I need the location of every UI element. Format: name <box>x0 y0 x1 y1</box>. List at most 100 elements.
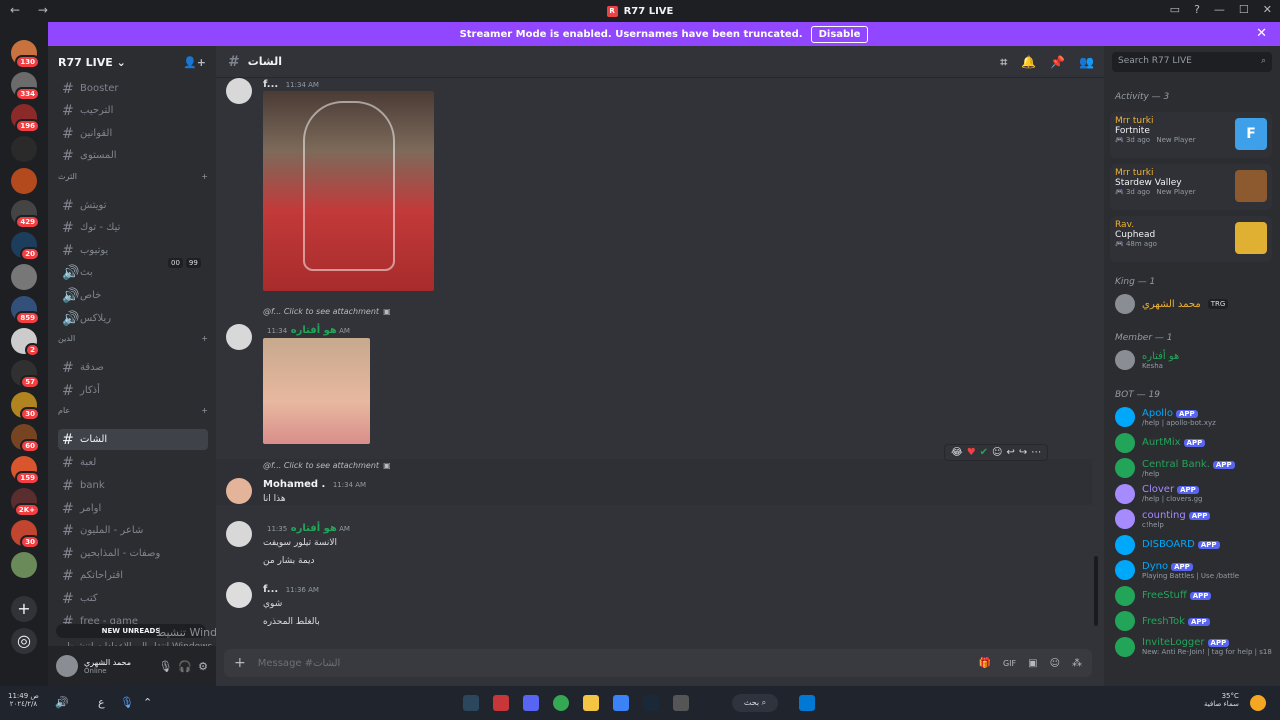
reaction-joy-icon[interactable]: 😂 <box>951 447 963 458</box>
bot-member[interactable]: DISBOARD APP <box>1115 534 1220 555</box>
reaction-check-icon[interactable]: ✔ <box>980 447 988 458</box>
server-icon[interactable]: 57 <box>11 360 40 389</box>
gif-icon[interactable]: GIF <box>1003 659 1016 668</box>
channel-item[interactable]: # صدقة <box>58 357 208 378</box>
gift-icon[interactable]: 🎁 <box>978 658 990 669</box>
maximize-icon[interactable]: ☐ <box>1239 3 1249 16</box>
category-3[interactable]: عام + <box>58 406 208 415</box>
minimize-icon[interactable]: — <box>1214 3 1225 16</box>
sticker-icon[interactable]: ▣ <box>1028 658 1037 669</box>
app-icon[interactable] <box>673 695 689 711</box>
channel-item[interactable]: 🔊 ريلاكس <box>58 308 208 329</box>
bot-member[interactable]: InviteLogger APP New: Anti Re-Join! | tag … <box>1115 636 1272 657</box>
help-icon[interactable]: ? <box>1194 3 1200 16</box>
steam-icon[interactable] <box>643 695 659 711</box>
bot-member[interactable]: counting APP c!help <box>1115 509 1211 529</box>
channel-item[interactable]: # المستوى <box>58 145 208 166</box>
scrollbar[interactable] <box>1094 556 1098 626</box>
server-icon[interactable]: 2K+ <box>11 488 40 517</box>
more-icon[interactable]: ⋯ <box>1031 447 1041 458</box>
channel-item[interactable]: # أذكار <box>58 380 208 401</box>
discord-icon[interactable] <box>523 695 539 711</box>
channel-item[interactable]: # وصفات - المذابحين <box>58 543 208 564</box>
avatar[interactable] <box>226 582 252 608</box>
bot-member[interactable]: AurtMix APP <box>1115 432 1206 453</box>
threads-icon[interactable]: ⌗ <box>1000 55 1007 70</box>
apps-icon[interactable]: ⁂ <box>1072 658 1082 669</box>
inbox-icon[interactable]: ▭ <box>1170 3 1180 16</box>
server-icon[interactable]: 859 <box>11 296 40 325</box>
store-icon[interactable] <box>613 695 629 711</box>
server-icon[interactable]: 60 <box>11 424 40 453</box>
server-icon[interactable] <box>11 264 37 290</box>
guild-header[interactable]: R77 LIVE ⌄ 👤+ <box>48 46 216 78</box>
forward-icon[interactable]: ↪ <box>1019 447 1027 458</box>
member-item[interactable]: هو أفتاره Kesha <box>1115 350 1179 370</box>
back-icon[interactable]: ← <box>10 3 20 17</box>
members-icon[interactable]: 👥 <box>1079 55 1094 70</box>
add-member-icon[interactable]: 👤+ <box>183 56 206 69</box>
close-icon[interactable]: ✕ <box>1263 3 1272 16</box>
server-icon[interactable]: 30 <box>11 392 40 421</box>
channel-item[interactable]: # الشات <box>58 429 208 450</box>
language-indicator[interactable]: ع <box>98 696 105 709</box>
channel-item[interactable]: # الترحيب <box>58 100 208 121</box>
add-attachment-icon[interactable]: + <box>234 655 246 671</box>
avatar[interactable] <box>226 324 252 350</box>
channel-item[interactable]: # اوامر <box>58 498 208 519</box>
search-box[interactable]: بحث ⌕ <box>732 694 778 712</box>
bot-member[interactable]: Clover APP/help | clovers.gg <box>1115 483 1202 504</box>
add-channel-icon[interactable]: + <box>201 406 208 415</box>
pin-icon[interactable]: 📌 <box>1050 55 1065 70</box>
channel-item[interactable]: # لعبة <box>58 452 208 473</box>
bot-member[interactable]: Apollo APP/help | apollo-bot.xyz <box>1115 407 1216 427</box>
activity-card[interactable]: Rav. Cuphead 🎮 48m ago <box>1110 216 1272 262</box>
category-1[interactable]: الثرث + <box>58 172 208 181</box>
category-2[interactable]: الدين + <box>58 334 208 343</box>
chevron-up-icon[interactable]: ⌃ <box>143 696 152 709</box>
message-author[interactable]: f... <box>263 79 278 90</box>
channel-item[interactable]: # اقتراحاتكم <box>58 565 208 586</box>
message-author[interactable]: f... <box>263 584 278 595</box>
message-author[interactable]: هو أفتاره <box>291 325 337 336</box>
server-icon[interactable]: 196 <box>11 104 40 133</box>
steam-icon[interactable] <box>463 695 479 711</box>
server-icon[interactable] <box>11 552 37 578</box>
bell-icon[interactable]: 🔔 <box>1021 55 1036 70</box>
channel-item[interactable]: # شاعر - المليون <box>58 520 208 541</box>
add-channel-icon[interactable]: + <box>201 172 208 181</box>
channel-item[interactable]: # تويتش <box>58 195 208 216</box>
cat-in-cup-image[interactable] <box>263 91 434 291</box>
headphones-icon[interactable]: 🎧 <box>178 660 192 673</box>
add-channel-icon[interactable]: + <box>201 334 208 343</box>
reply-reference[interactable]: @f... Click to see attachment ▣ <box>263 307 391 316</box>
activity-card[interactable]: Mrr turki Stardew Valley 🎮 3d ago New Play… <box>1110 164 1272 210</box>
server-icon[interactable] <box>11 136 37 162</box>
volume-icon[interactable]: 🔊 <box>55 696 69 709</box>
discover-button[interactable]: ◎ <box>11 628 37 654</box>
chrome-icon[interactable] <box>553 695 569 711</box>
avatar[interactable] <box>226 78 252 104</box>
server-icon[interactable]: 2 <box>11 328 40 357</box>
server-icon[interactable]: 334 <box>11 72 40 101</box>
activity-card[interactable]: Mrr turki Fortnite 🎮 3d ago New Player F <box>1110 112 1272 158</box>
reply-reference[interactable]: @f... Click to see attachment ▣ <box>263 461 391 470</box>
bot-member[interactable]: Central Bank. APP/help <box>1115 458 1235 478</box>
avatar[interactable] <box>226 478 252 504</box>
avatar[interactable] <box>56 655 78 677</box>
server-icon[interactable] <box>11 168 37 194</box>
forward-icon[interactable]: → <box>38 3 48 17</box>
microphone-icon[interactable]: 🎙 <box>158 660 172 673</box>
channel-item[interactable]: # كتب <box>58 588 208 609</box>
message-author[interactable]: Mohamed . <box>263 479 325 490</box>
avatar[interactable] <box>226 521 252 547</box>
weather-icon[interactable] <box>1250 695 1266 711</box>
reply-icon[interactable]: ↩ <box>1006 447 1014 458</box>
channel-item[interactable]: # تيك - توك <box>58 217 208 238</box>
add-reaction-icon[interactable]: ☺ <box>992 447 1002 458</box>
message-author[interactable]: هو أفتاره <box>291 523 337 534</box>
gear-icon[interactable]: ⚙ <box>198 660 208 673</box>
channel-item[interactable]: # Booster <box>58 78 208 99</box>
search-input[interactable]: Search R77 LIVE ⌕ <box>1112 52 1272 72</box>
server-icon[interactable]: 429 <box>11 200 40 229</box>
